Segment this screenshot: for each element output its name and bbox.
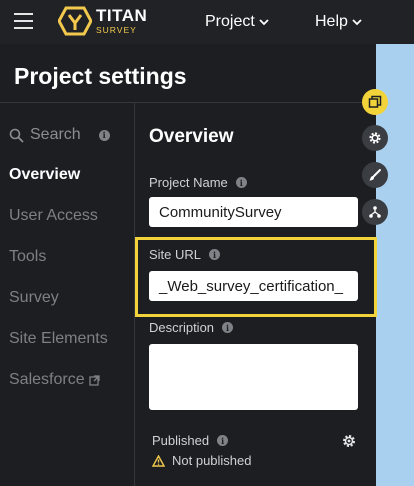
project-menu-label: Project bbox=[205, 13, 255, 30]
info-icon[interactable]: i bbox=[98, 129, 110, 141]
style-tool-button[interactable] bbox=[362, 162, 388, 188]
hamburger-menu-icon[interactable] bbox=[14, 13, 33, 29]
info-icon[interactable]: i bbox=[235, 177, 247, 188]
section-title: Overview bbox=[149, 126, 234, 147]
info-icon[interactable]: i bbox=[222, 322, 234, 333]
top-bar: TITAN SURVEY Project Help bbox=[0, 0, 414, 44]
help-menu-label: Help bbox=[315, 13, 348, 30]
publish-status-text: Not published bbox=[172, 453, 252, 468]
sidebar-item-overview[interactable]: Overview bbox=[9, 166, 80, 184]
project-name-label: Project Name i bbox=[149, 175, 247, 190]
site-url-label: Site URL i bbox=[149, 247, 221, 262]
copy-tool-button[interactable] bbox=[362, 89, 388, 115]
sidebar-item-label: Salesforce bbox=[9, 371, 85, 388]
sidebar-item-salesforce[interactable]: Salesforce bbox=[9, 371, 100, 389]
logo-text: TITAN SURVEY bbox=[96, 7, 147, 35]
field-label-text: Description bbox=[149, 320, 215, 335]
publish-settings-gear-icon[interactable] bbox=[341, 433, 357, 449]
external-link-icon bbox=[88, 374, 100, 386]
settings-tool-button[interactable] bbox=[362, 125, 388, 151]
field-label-text: Project Name bbox=[149, 175, 228, 190]
info-icon[interactable]: i bbox=[217, 435, 229, 446]
publish-status: Not published bbox=[152, 453, 252, 468]
page-title: Project settings bbox=[14, 63, 187, 89]
logo-subtitle: SURVEY bbox=[96, 25, 137, 35]
info-icon[interactable]: i bbox=[209, 249, 221, 260]
sidebar-item-tools[interactable]: Tools bbox=[9, 248, 46, 266]
project-name-input[interactable]: CommunitySurvey bbox=[149, 197, 358, 227]
gear-icon bbox=[369, 132, 381, 144]
titan-logo-icon bbox=[58, 6, 92, 36]
description-label: Description i bbox=[149, 320, 234, 335]
help-menu-button[interactable]: Help bbox=[315, 13, 362, 31]
brush-icon bbox=[369, 169, 381, 181]
settings-header: Project settings bbox=[0, 44, 376, 103]
site-url-input[interactable]: _Web_survey_certification_ bbox=[149, 271, 358, 301]
chevron-down-icon bbox=[352, 19, 362, 26]
field-label-text: Published bbox=[152, 433, 210, 448]
overview-panel: Overview Project Name i CommunitySurvey … bbox=[135, 103, 377, 486]
structure-tool-button[interactable] bbox=[362, 199, 388, 225]
logo-title: TITAN bbox=[96, 6, 148, 25]
description-textarea[interactable] bbox=[149, 344, 358, 410]
search-field[interactable]: Search i bbox=[9, 126, 110, 144]
sidebar-item-survey[interactable]: Survey bbox=[9, 289, 59, 307]
search-placeholder: Search bbox=[30, 126, 81, 143]
sidebar-item-user-access[interactable]: User Access bbox=[9, 207, 98, 225]
project-menu-button[interactable]: Project bbox=[205, 13, 269, 31]
chevron-down-icon bbox=[259, 19, 269, 26]
field-label-text: Site URL bbox=[149, 247, 202, 262]
search-icon bbox=[9, 128, 24, 143]
settings-sidebar: Search i Overview User Access Tools Surv… bbox=[0, 103, 135, 486]
hierarchy-icon bbox=[369, 206, 381, 218]
warning-icon bbox=[152, 454, 165, 467]
copy-icon bbox=[368, 95, 382, 108]
sidebar-item-site-elements[interactable]: Site Elements bbox=[9, 330, 108, 348]
published-label: Published i bbox=[152, 433, 229, 448]
